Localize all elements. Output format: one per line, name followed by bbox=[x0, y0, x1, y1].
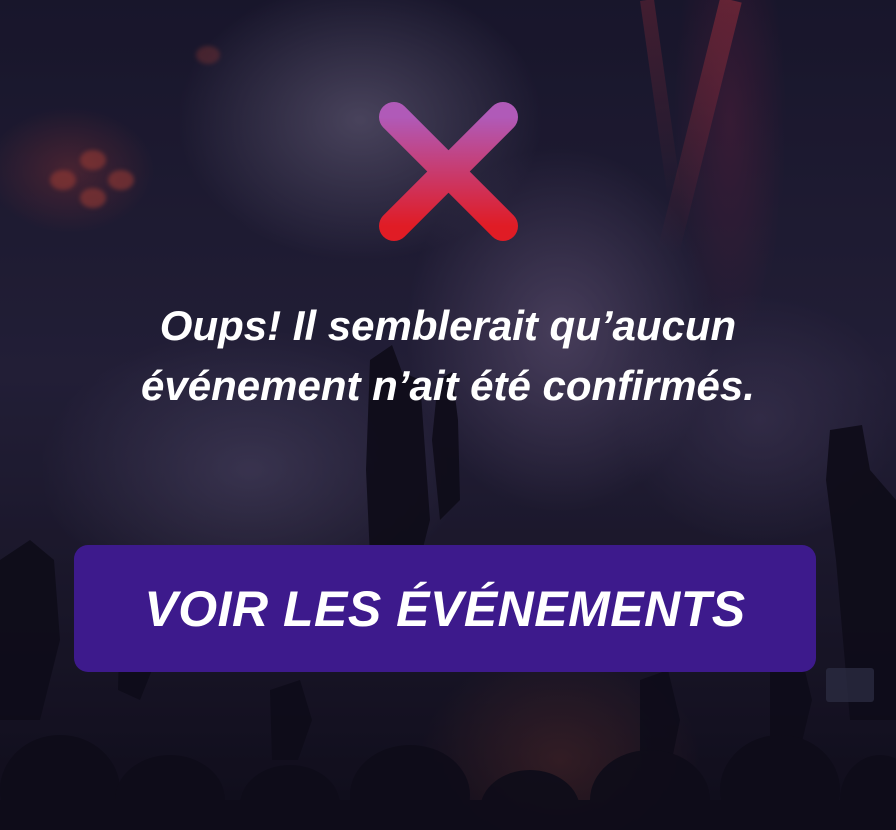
error-message: Oups! Il semblerait qu’aucun événement n… bbox=[141, 302, 755, 409]
view-events-button[interactable]: VOIR LES ÉVÉNEMENTS bbox=[74, 545, 816, 672]
error-screen: Oups! Il semblerait qu’aucun événement n… bbox=[0, 0, 896, 830]
close-icon bbox=[379, 102, 518, 241]
